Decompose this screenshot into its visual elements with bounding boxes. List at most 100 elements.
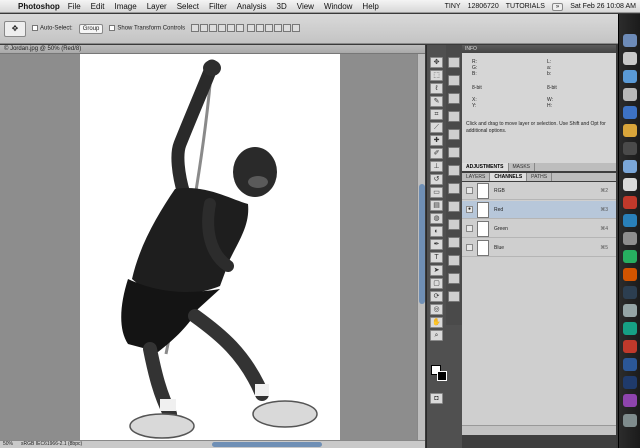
auto-select-option[interactable]: Auto-Select:	[32, 25, 73, 32]
dock-app-icon[interactable]	[623, 250, 637, 263]
status-zoom[interactable]: 50%	[3, 441, 13, 448]
dock-app-icon[interactable]	[623, 286, 637, 299]
show-transform-option[interactable]: Show Transform Controls	[109, 25, 185, 32]
marquee-tool-icon[interactable]: ⬚	[430, 70, 443, 81]
distribute-right-icon[interactable]	[291, 23, 300, 32]
tab-channels[interactable]: CHANNELS	[490, 173, 528, 181]
lasso-tool-icon[interactable]: ℓ	[430, 83, 443, 94]
menu-filter[interactable]: Filter	[209, 2, 227, 11]
align-vcenter-icon[interactable]	[200, 23, 209, 32]
expand-button[interactable]: »	[551, 2, 564, 11]
eye-icon[interactable]	[466, 187, 473, 194]
align-top-icon[interactable]	[191, 23, 200, 32]
dock-app-icon[interactable]	[623, 70, 637, 83]
dock-app-icon[interactable]	[623, 340, 637, 353]
menu-analysis[interactable]: Analysis	[237, 2, 267, 11]
menu-3d[interactable]: 3D	[277, 2, 287, 11]
menu-layer[interactable]: Layer	[147, 2, 167, 11]
dock-app-icon[interactable]	[623, 106, 637, 119]
tutorials-link[interactable]: TUTORIALS	[506, 3, 545, 10]
dock-app-icon[interactable]	[623, 268, 637, 281]
menu-edit[interactable]: Edit	[91, 2, 105, 11]
paragraph-panel-icon[interactable]	[448, 147, 460, 158]
eraser-tool-icon[interactable]: ▭	[430, 187, 443, 198]
channel-row-red[interactable]: ● Red ⌘3	[462, 201, 616, 219]
3d-rotate-tool-icon[interactable]: ⟳	[430, 291, 443, 302]
channel-row-green[interactable]: Green ⌘4	[462, 220, 616, 238]
document-tab[interactable]: © Jordan.jpg @ 50% (Red/8)	[0, 45, 425, 54]
distribute-bottom-icon[interactable]	[264, 23, 273, 32]
menu-window[interactable]: Window	[324, 2, 352, 11]
vertical-scrollbar[interactable]	[417, 54, 425, 440]
info-panel-header[interactable]: INFO	[462, 45, 616, 53]
styles-panel-icon[interactable]	[448, 237, 460, 248]
horizontal-scroll-thumb[interactable]	[212, 442, 322, 447]
channel-row-rgb[interactable]: RGB ⌘2	[462, 182, 616, 200]
history-panel-icon[interactable]	[448, 57, 460, 68]
auto-select-checkbox[interactable]	[32, 25, 38, 32]
character-panel-icon[interactable]	[448, 129, 460, 140]
canvas[interactable]	[80, 54, 340, 440]
zoom-tool-icon[interactable]: ⌕	[430, 330, 443, 341]
pen-tool-icon[interactable]: ✒	[430, 239, 443, 250]
dock-app-icon[interactable]	[623, 34, 637, 47]
menu-view[interactable]: View	[297, 2, 314, 11]
dock-app-icon[interactable]	[623, 178, 637, 191]
dock-app-icon[interactable]	[623, 160, 637, 173]
quick-mask-icon[interactable]: ◘	[430, 393, 443, 404]
menu-help[interactable]: Help	[362, 2, 378, 11]
dock-app-icon[interactable]	[623, 232, 637, 245]
path-select-tool-icon[interactable]: ➤	[430, 265, 443, 276]
dock-app-icon[interactable]	[623, 358, 637, 371]
dock-app-icon[interactable]	[623, 124, 637, 137]
dock-app-icon[interactable]	[623, 52, 637, 65]
history-brush-tool-icon[interactable]: ↺	[430, 174, 443, 185]
right-code[interactable]: 12806720	[468, 3, 499, 10]
3d-panel-icon[interactable]	[448, 273, 460, 284]
dock-app-icon[interactable]	[623, 196, 637, 209]
navigator-panel-icon[interactable]	[448, 165, 460, 176]
masks-panel-icon[interactable]	[448, 255, 460, 266]
distribute-left-icon[interactable]	[273, 23, 282, 32]
background-color-swatch[interactable]	[437, 371, 447, 381]
actions-panel-icon[interactable]	[448, 75, 460, 86]
dodge-tool-icon[interactable]: ◐	[430, 226, 443, 237]
eye-icon[interactable]	[466, 225, 473, 232]
hand-tool-icon[interactable]: ✋	[430, 317, 443, 328]
blur-tool-icon[interactable]: ◍	[430, 213, 443, 224]
tab-adjustments[interactable]: ADJUSTMENTS	[462, 163, 509, 171]
distribute-hcenter-icon[interactable]	[282, 23, 291, 32]
3d-camera-tool-icon[interactable]: ◎	[430, 304, 443, 315]
crop-tool-icon[interactable]: ⌗	[430, 109, 443, 120]
brushes-panel-icon[interactable]	[448, 93, 460, 104]
distribute-top-icon[interactable]	[246, 23, 255, 32]
align-left-icon[interactable]	[218, 23, 227, 32]
show-transform-checkbox[interactable]	[109, 25, 116, 32]
brush-tool-icon[interactable]: ✐	[430, 148, 443, 159]
swatches-panel-icon[interactable]	[448, 219, 460, 230]
gradient-tool-icon[interactable]: ▤	[430, 200, 443, 211]
menu-image[interactable]: Image	[114, 2, 136, 11]
dock-app-icon[interactable]	[623, 142, 637, 155]
vertical-scroll-thumb[interactable]	[419, 184, 425, 304]
move-tool-icon[interactable]: ✥	[430, 57, 443, 68]
photoshop-dock-icon[interactable]	[623, 376, 637, 389]
channel-row-blue[interactable]: Blue ⌘5	[462, 239, 616, 257]
healing-tool-icon[interactable]: ✚	[430, 135, 443, 146]
auto-select-dropdown[interactable]: Group	[78, 23, 104, 34]
type-tool-icon[interactable]: T	[430, 252, 443, 263]
eyedropper-tool-icon[interactable]: ⟋	[430, 122, 443, 133]
tab-masks[interactable]: MASKS	[509, 163, 536, 171]
move-tool-icon[interactable]: ✥	[4, 20, 26, 37]
distribute-vcenter-icon[interactable]	[255, 23, 264, 32]
clone-stamp-tool-icon[interactable]: ⊥	[430, 161, 443, 172]
clone-source-panel-icon[interactable]	[448, 111, 460, 122]
tab-paths[interactable]: PATHS	[527, 173, 553, 181]
quick-select-tool-icon[interactable]: ✎	[430, 96, 443, 107]
menu-file[interactable]: File	[68, 2, 81, 11]
dock-app-icon[interactable]	[623, 88, 637, 101]
align-bottom-icon[interactable]	[209, 23, 218, 32]
dock-app-icon[interactable]	[623, 394, 637, 407]
histogram-panel-icon[interactable]	[448, 183, 460, 194]
dock-app-icon[interactable]	[623, 214, 637, 227]
